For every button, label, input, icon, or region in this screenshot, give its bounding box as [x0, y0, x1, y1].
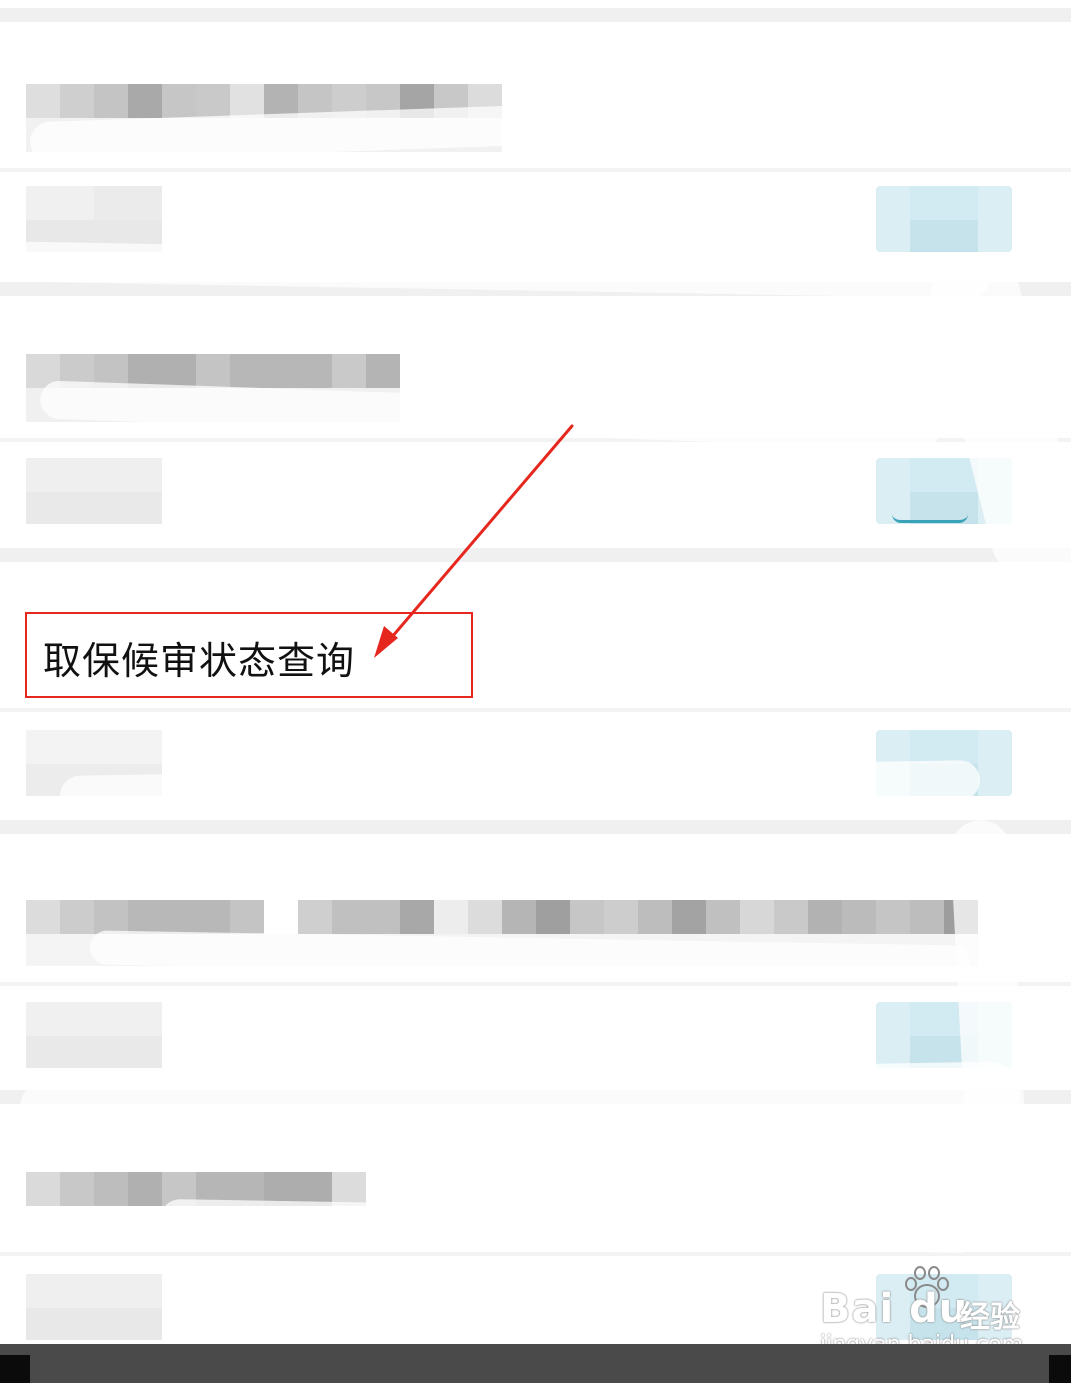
annotation-arrow [374, 424, 574, 658]
watermark-brand: 经验 [960, 1300, 1020, 1335]
bottom-bar [0, 1344, 1071, 1383]
mobile-page: 取保候审状态查询 Bai du 经验 [0, 0, 1071, 1383]
watermark-logo: Bai du [820, 1286, 969, 1332]
